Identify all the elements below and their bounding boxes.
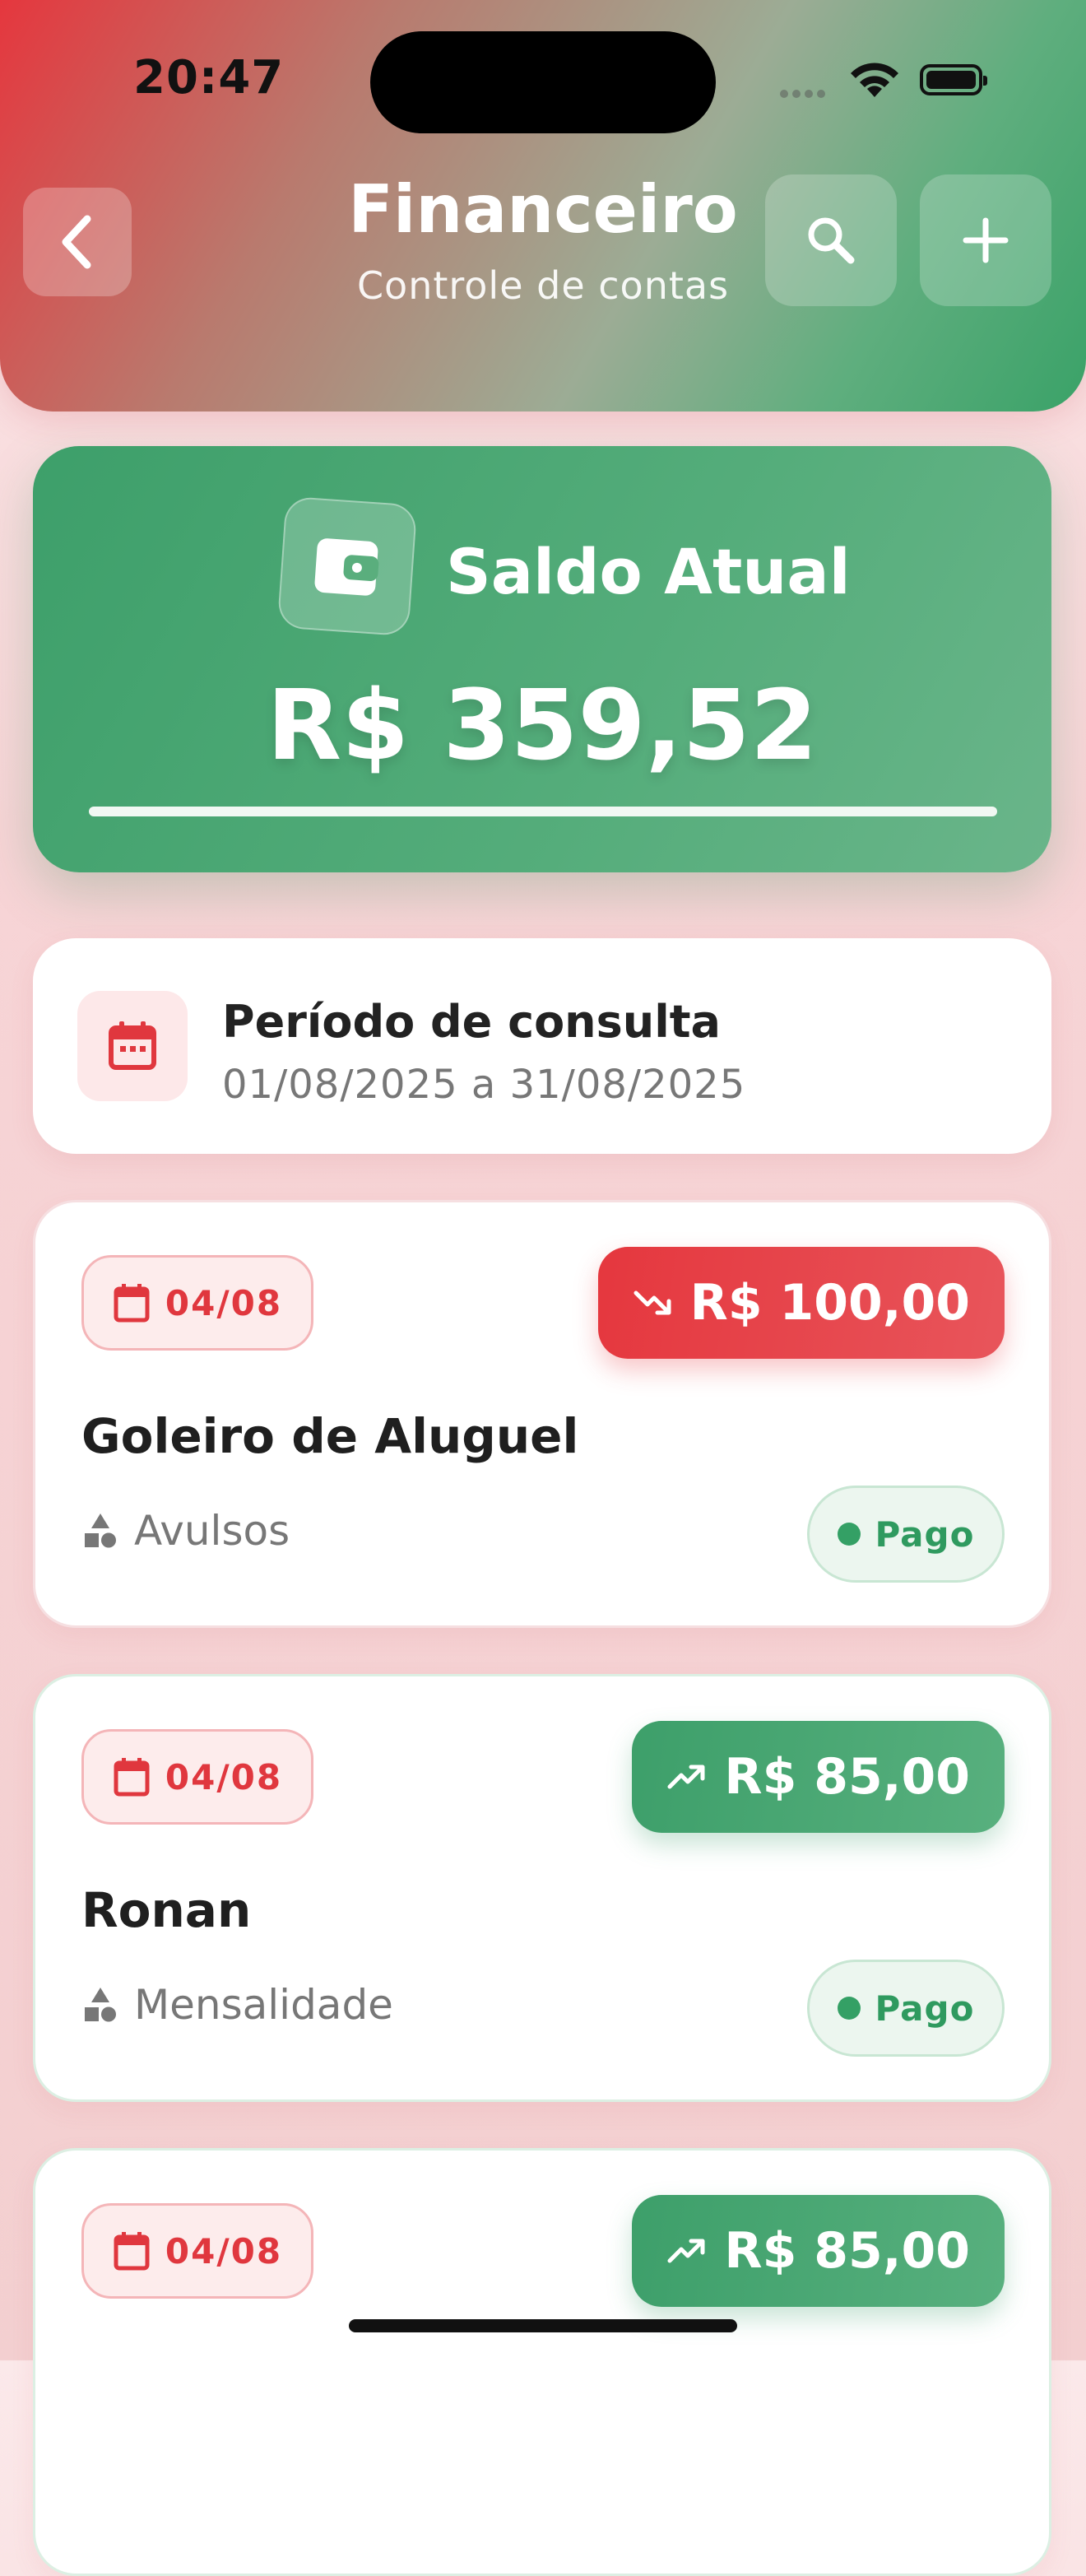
- add-button[interactable]: [920, 174, 1051, 306]
- status-label: Pago: [875, 1514, 975, 1555]
- cellular-signal-icon: [780, 86, 829, 101]
- status-time: 20:47: [133, 51, 285, 105]
- period-title: Período de consulta: [222, 996, 721, 1048]
- search-icon: [808, 217, 855, 264]
- balance-divider: [89, 807, 997, 816]
- category-shapes-icon: [85, 1988, 116, 2022]
- transaction-card[interactable]: 04/08 R$ 85,00: [33, 2148, 1051, 2576]
- calendar-icon: [114, 1284, 150, 1323]
- date-chip: 04/08: [81, 1255, 313, 1351]
- transaction-name: Ronan: [81, 1882, 252, 1938]
- transaction-name: Goleiro de Aluguel: [81, 1408, 579, 1464]
- plus-icon: [963, 217, 1009, 263]
- transaction-date: 04/08: [165, 1282, 283, 1323]
- transaction-date: 04/08: [165, 2230, 283, 2271]
- status-label: Pago: [875, 1988, 975, 2029]
- transaction-category: Avulsos: [81, 1507, 290, 1555]
- search-button[interactable]: [765, 174, 897, 306]
- transaction-date: 04/08: [165, 1756, 283, 1797]
- transaction-amount: R$ 85,00: [724, 1748, 970, 1806]
- date-chip: 04/08: [81, 2203, 313, 2299]
- balance-card: Saldo Atual R$ 359,52: [33, 446, 1051, 872]
- balance-label: Saldo Atual: [446, 535, 851, 608]
- balance-value: R$ 359,52: [267, 668, 818, 782]
- transaction-card[interactable]: 04/08 R$ 100,00 Goleiro de Aluguel Avuls…: [33, 1200, 1051, 1628]
- trending-up-icon: [667, 2239, 705, 2263]
- wifi-icon: [847, 58, 902, 102]
- period-card[interactable]: Período de consulta 01/08/2025 a 31/08/2…: [33, 938, 1051, 1154]
- status-badge: Pago: [807, 1486, 1005, 1583]
- wallet-icon-box: [276, 495, 418, 637]
- category-label: Mensalidade: [134, 1981, 393, 2029]
- status-dot: [837, 1523, 861, 1546]
- transaction-category: Mensalidade: [81, 1981, 393, 2029]
- amount-chip: R$ 100,00: [597, 1247, 1005, 1359]
- period-range: 01/08/2025 a 31/08/2025: [222, 1062, 746, 1108]
- period-icon-box: [77, 991, 188, 1101]
- calendar-icon: [109, 1021, 156, 1070]
- amount-chip: R$ 85,00: [632, 2195, 1005, 2307]
- trending-up-icon: [667, 1765, 705, 1789]
- status-dot: [837, 1997, 861, 2020]
- transaction-amount: R$ 85,00: [724, 2222, 970, 2280]
- home-indicator[interactable]: [349, 2319, 737, 2332]
- calendar-icon: [114, 1758, 150, 1797]
- category-shapes-icon: [85, 1514, 116, 1548]
- amount-chip: R$ 85,00: [632, 1721, 1005, 1833]
- date-chip: 04/08: [81, 1729, 313, 1825]
- category-label: Avulsos: [134, 1507, 290, 1555]
- calendar-icon: [114, 2232, 150, 2271]
- trending-down-icon: [634, 1290, 671, 1315]
- battery-icon: [920, 64, 987, 95]
- transaction-card[interactable]: 04/08 R$ 85,00 Ronan Mensalidade Pago: [33, 1674, 1051, 2102]
- transaction-amount: R$ 100,00: [689, 1274, 970, 1332]
- header: 20:47 Financeiro Controle de contas: [0, 0, 1086, 412]
- status-badge: Pago: [807, 1960, 1005, 2057]
- wallet-icon: [314, 538, 379, 596]
- dynamic-island: [370, 31, 716, 133]
